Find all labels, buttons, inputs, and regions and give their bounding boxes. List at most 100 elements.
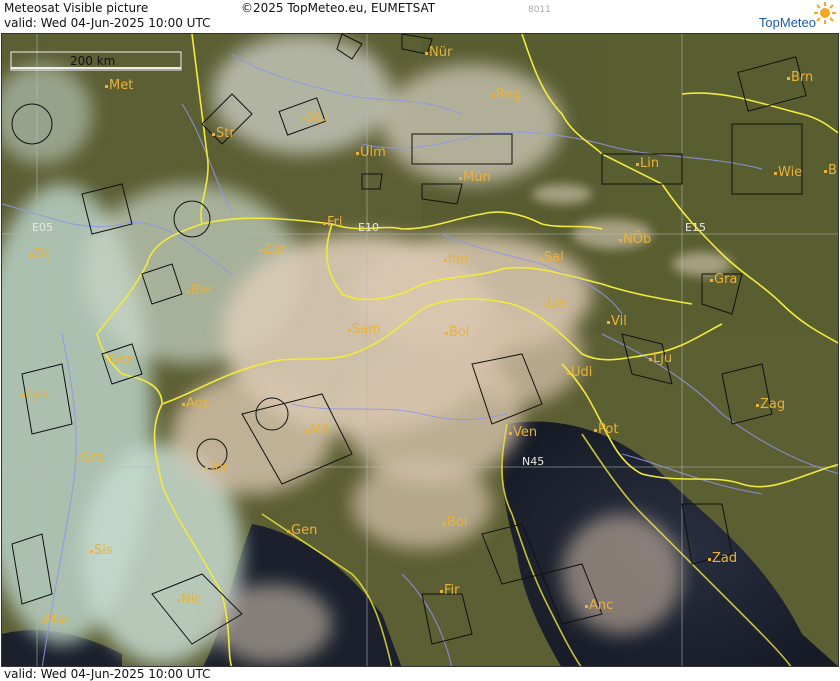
city-marker — [105, 85, 108, 88]
city-label: Bol — [449, 325, 469, 340]
grid-label-e15: E15 — [685, 221, 706, 234]
city-marker — [212, 133, 215, 136]
city-label: Lie — [547, 296, 566, 311]
city-label: Stu — [306, 110, 328, 125]
city-label: Gre — [81, 450, 104, 465]
header-top: Meteosat Visible picture ©2025 TopMeteo.… — [0, 0, 840, 16]
city-marker — [756, 404, 759, 407]
city-marker — [585, 605, 588, 608]
city-marker — [649, 358, 652, 361]
city-marker — [182, 403, 185, 406]
city-label: Fir — [444, 583, 460, 598]
city-marker — [824, 170, 827, 173]
city-label: Tor — [208, 460, 229, 475]
city-label: Ulm — [360, 145, 386, 160]
city-marker — [30, 254, 33, 257]
city-label: Gra — [714, 272, 737, 287]
city-label: Gen — [109, 352, 135, 367]
city-marker — [543, 303, 546, 306]
city-label: Sam — [352, 322, 381, 337]
city-marker — [636, 163, 639, 166]
city-label: Dij — [34, 247, 51, 262]
city-label: Brn — [791, 70, 813, 85]
city-label: Sis — [94, 543, 113, 558]
city-label: Lin — [640, 156, 659, 171]
city-label: Nür — [429, 45, 453, 60]
city-label: Mün — [463, 170, 491, 185]
city-marker — [302, 117, 305, 120]
city-marker — [445, 332, 448, 335]
city-marker — [205, 467, 208, 470]
city-label: Aos — [186, 396, 210, 411]
city-marker — [710, 279, 713, 282]
city-marker — [708, 558, 711, 561]
city-marker — [607, 321, 610, 324]
city-label: Anc — [589, 598, 613, 613]
city-label: Met — [109, 78, 133, 93]
city-label: Wie — [778, 165, 802, 180]
valid-time: valid: Wed 04-Jun-2025 10:00 UTC — [4, 16, 211, 30]
city-label: B — [828, 163, 837, 178]
city-marker — [259, 249, 262, 252]
city-marker — [774, 172, 777, 175]
scale-bar-label: 200 km — [70, 54, 115, 68]
city-marker — [356, 152, 359, 155]
city-label: Ven — [513, 425, 537, 440]
city-label: Reg — [496, 87, 521, 102]
city-marker — [540, 257, 543, 260]
city-label: Gen — [291, 523, 317, 538]
city-marker — [425, 52, 428, 55]
city-label: Bol — [447, 515, 467, 530]
city-marker — [509, 432, 512, 435]
city-marker — [323, 222, 326, 225]
city-label: Pot — [598, 422, 618, 437]
city-marker — [77, 457, 80, 460]
city-label: Vil — [611, 314, 627, 329]
city-label: Ber — [191, 283, 214, 298]
city-label: Zür — [263, 242, 286, 257]
grid-label-e10: E10 — [358, 221, 379, 234]
city-marker — [440, 590, 443, 593]
product-code: 8011 — [528, 5, 551, 15]
city-label: Zag — [760, 397, 785, 412]
city-marker — [177, 599, 180, 602]
city-marker — [105, 359, 108, 362]
satellite-map[interactable]: 200 km E05 E10 E15 N45 Nür Reg Brn Met Stu St… — [1, 33, 839, 667]
city-label: Lju — [653, 351, 672, 366]
product-title: Meteosat Visible picture — [4, 1, 149, 15]
map-canvas: 200 km E05 E10 E15 N45 Nür Reg Brn Met Stu St… — [2, 34, 838, 666]
city-marker — [22, 394, 25, 397]
footer-valid-time: valid: Wed 04-Jun-2025 10:00 UTC — [4, 667, 211, 681]
city-marker — [443, 522, 446, 525]
city-label: Lyo — [26, 387, 48, 402]
city-label: Nic — [181, 592, 201, 607]
city-marker — [492, 94, 495, 97]
city-marker — [90, 550, 93, 553]
copyright-text: ©2025 TopMeteo.eu, EUMETSAT — [241, 1, 436, 15]
city-marker — [787, 77, 790, 80]
city-label: Mil — [310, 423, 328, 438]
city-marker — [444, 259, 447, 262]
city-marker — [41, 620, 44, 623]
city-marker — [348, 329, 351, 332]
grid-label-n45: N45 — [522, 455, 544, 468]
city-label: Inn — [448, 252, 468, 267]
city-label: NÖb — [623, 230, 651, 247]
city-marker — [619, 239, 622, 242]
city-marker — [594, 429, 597, 432]
city-label: Zad — [712, 551, 737, 566]
sun-icon — [814, 2, 836, 24]
logo-text: TopMeteo — [758, 15, 816, 30]
city-marker — [287, 530, 290, 533]
city-marker — [459, 177, 462, 180]
city-label: Sal — [544, 250, 564, 265]
city-label: Mar — [45, 613, 70, 628]
city-label: Str — [216, 126, 235, 141]
city-label: Fri — [327, 215, 343, 230]
header-valid: valid: Wed 04-Jun-2025 10:00 UTC — [0, 16, 840, 32]
city-label: Udi — [571, 365, 592, 380]
footer-valid: valid: Wed 04-Jun-2025 10:00 UTC — [0, 667, 840, 681]
city-marker — [187, 290, 190, 293]
city-marker — [306, 430, 309, 433]
grid-label-e05: E05 — [32, 221, 53, 234]
